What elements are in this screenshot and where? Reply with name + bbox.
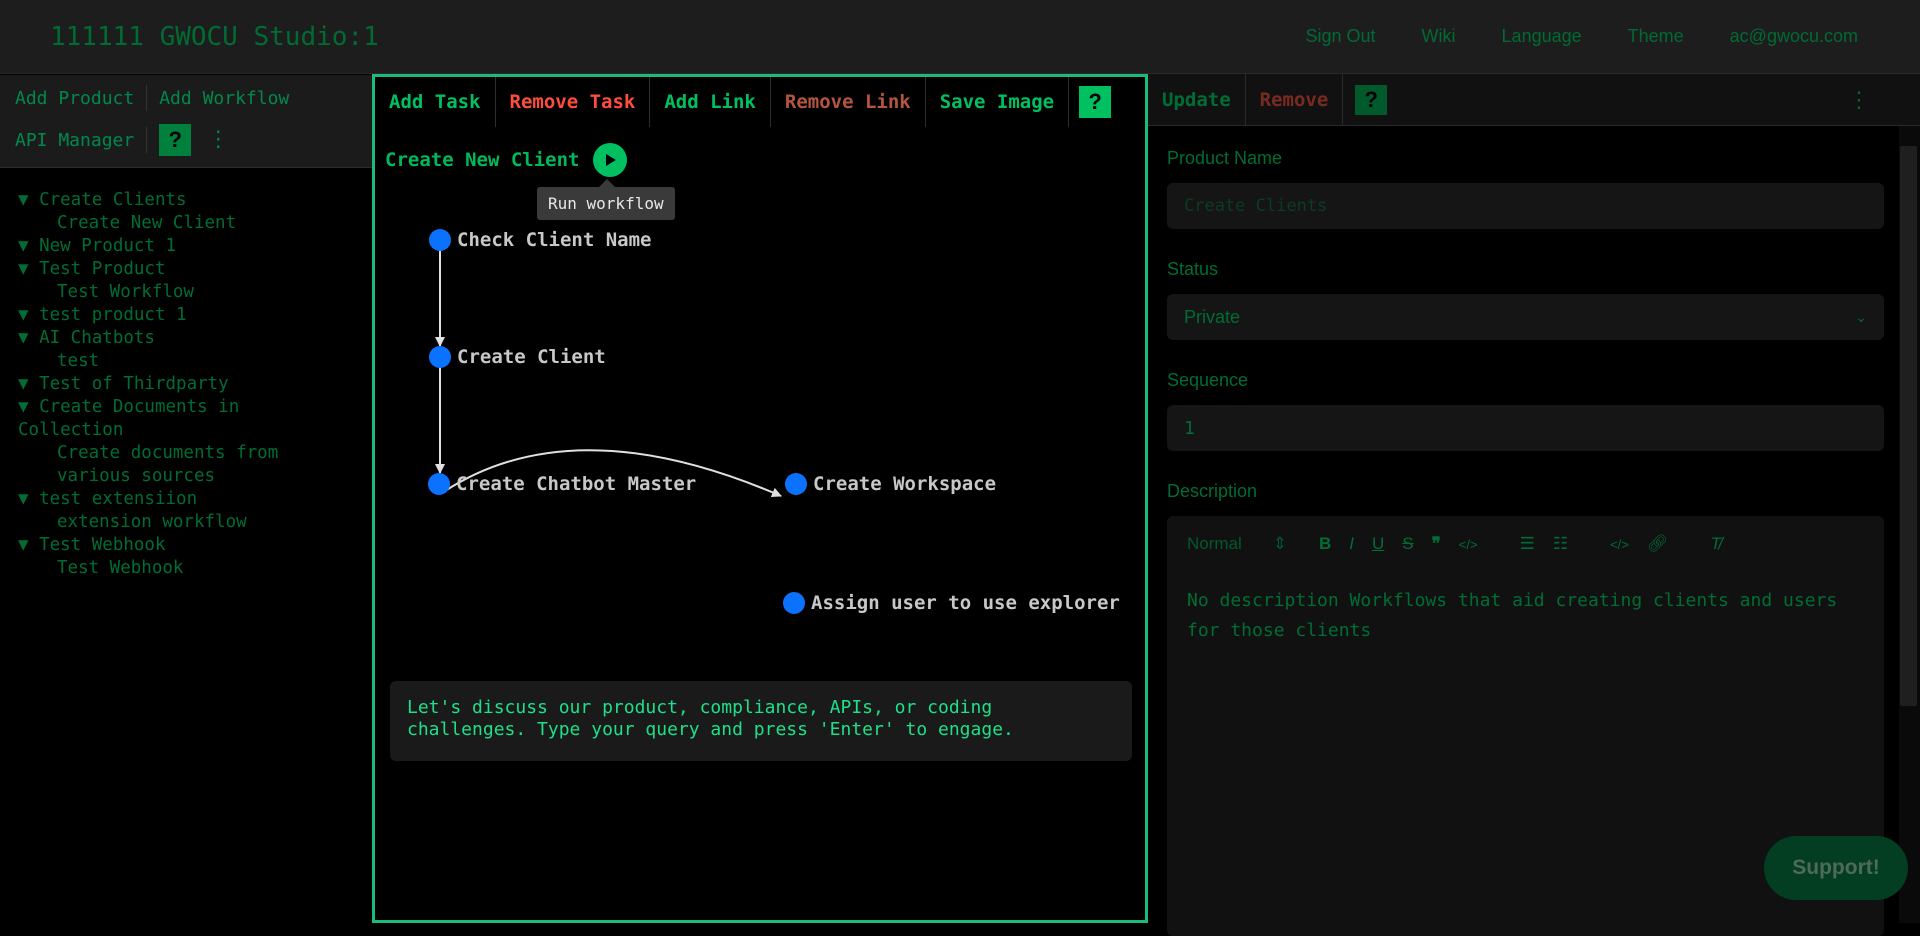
sign-out-link[interactable]: Sign Out [1306, 26, 1376, 47]
top-nav: Sign Out Wiki Language Theme ac@gwocu.co… [1306, 26, 1859, 47]
language-link[interactable]: Language [1502, 26, 1582, 47]
task-node-assign-user[interactable]: Assign user to use explorer [783, 592, 1120, 614]
product-form: Product Name Create Clients Status Priva… [1167, 148, 1884, 936]
more-menu-icon[interactable]: ⋮ [1848, 88, 1870, 113]
task-node-label: Create Client [457, 346, 606, 368]
ordered-list-icon[interactable]: ☰ [1520, 534, 1535, 554]
task-node-create-workspace[interactable]: Create Workspace [785, 473, 996, 495]
code-icon[interactable]: </> [1459, 537, 1478, 552]
update-button[interactable]: Update [1148, 73, 1246, 126]
task-node-label: Check Client Name [457, 229, 652, 251]
remove-button[interactable]: Remove [1246, 73, 1344, 126]
chatbot-prompt[interactable]: Let's discuss our product, compliance, A… [390, 681, 1132, 761]
product-name-input[interactable]: Create Clients [1167, 183, 1884, 229]
underline-icon[interactable]: U [1372, 534, 1384, 554]
product-tree: ▼ Create Clients Create New Client ▼ New P… [18, 189, 308, 580]
help-icon[interactable]: ? [159, 124, 192, 156]
products-panel: Add Product Add Workflow API Manager ? ⋮… [0, 75, 372, 923]
add-product-button[interactable]: Add Product [15, 88, 134, 109]
toolbar-divider [146, 127, 148, 153]
chevron-down-icon: ⌄ [1855, 308, 1867, 325]
bullet-list-icon[interactable]: ☷ [1553, 534, 1568, 554]
details-toolbar: Update Remove ? ⋮ [1148, 73, 1920, 126]
tree-product-item[interactable]: ▼ Create Documents in Collection [18, 396, 308, 442]
sequence-label: Sequence [1167, 370, 1249, 390]
tree-workflow-item[interactable]: Test Webhook [18, 557, 308, 580]
theme-link[interactable]: Theme [1628, 26, 1684, 47]
clear-format-icon[interactable]: T̸ [1710, 534, 1720, 554]
product-name-label: Product Name [1167, 148, 1283, 168]
link-icon[interactable]: 🔗︎ [1647, 534, 1669, 554]
scrollbar-thumb[interactable] [1900, 146, 1917, 706]
wiki-link[interactable]: Wiki [1422, 26, 1456, 47]
product-details-panel: Update Remove ? ⋮ Product Name Create Cl… [1148, 73, 1920, 936]
tree-product-item[interactable]: ▼ Test Webhook [18, 534, 308, 557]
top-bar: 111111 GWOCU Studio:1 Sign Out Wiki Lang… [0, 0, 1920, 74]
app-title: 111111 GWOCU Studio:1 [50, 22, 379, 52]
tree-workflow-item[interactable]: Create documents from various sources [18, 442, 308, 488]
task-node-dot [785, 473, 807, 495]
task-node-dot [783, 592, 805, 614]
description-text[interactable]: No description Workflows that aid creati… [1167, 572, 1884, 660]
tree-product-item[interactable]: ▼ Test of Thirdparty [18, 373, 308, 396]
task-node-label: Create Workspace [813, 473, 997, 495]
tree-workflow-item[interactable]: extension workflow [18, 511, 308, 534]
task-node-create-chatbot-master[interactable]: Create Chatbot Master [428, 473, 696, 495]
sequence-input[interactable]: 1 [1167, 405, 1884, 451]
tree-product-item[interactable]: ▼ test extensiion [18, 488, 308, 511]
task-node-dot [429, 229, 451, 251]
updown-icon: ⇕ [1272, 534, 1287, 553]
editor-toolbar: Normal ⇕ B I U S ❞ </> ☰ ☷ </> 🔗︎ T̸ [1167, 516, 1884, 572]
task-node-create-client[interactable]: Create Client [429, 346, 606, 368]
task-node-dot [429, 346, 451, 368]
tree-workflow-item[interactable]: Test Workflow [18, 281, 308, 304]
text-format-value: Normal [1187, 534, 1242, 553]
status-value: Private [1184, 306, 1241, 327]
user-email-link[interactable]: ac@gwocu.com [1730, 26, 1858, 47]
status-select[interactable]: Private ⌄ [1167, 294, 1884, 340]
tree-workflow-item[interactable]: test [18, 350, 308, 373]
description-label: Description [1167, 481, 1258, 501]
tree-product-item[interactable]: ▼ Create Clients [18, 189, 308, 212]
text-format-select[interactable]: Normal ⇕ [1187, 534, 1287, 554]
tree-product-item[interactable]: ▼ New Product 1 [18, 235, 308, 258]
tree-product-item[interactable]: ▼ Test Product [18, 258, 308, 281]
tree-workflow-item[interactable]: Create New Client [18, 212, 308, 235]
task-node-dot [428, 473, 450, 495]
status-label: Status [1167, 259, 1219, 279]
tree-product-item[interactable]: ▼ AI Chatbots [18, 327, 308, 350]
toolbar-divider [146, 85, 148, 111]
task-node-label: Create Chatbot Master [456, 473, 697, 495]
products-toolbar: Add Product Add Workflow API Manager ? ⋮ [0, 75, 372, 168]
bold-icon[interactable]: B [1319, 534, 1331, 554]
support-button[interactable]: Support! [1764, 836, 1908, 900]
help-icon[interactable]: ? [1355, 84, 1388, 115]
strike-icon[interactable]: S [1402, 534, 1413, 554]
blockquote-icon[interactable]: ❞ [1432, 534, 1441, 554]
tree-product-item[interactable]: ▼ test product 1 [18, 304, 308, 327]
more-menu-icon[interactable]: ⋮ [207, 129, 229, 151]
api-manager-button[interactable]: API Manager [15, 130, 134, 151]
code-block-icon[interactable]: </> [1610, 537, 1629, 552]
task-node-check-client-name[interactable]: Check Client Name [429, 229, 651, 251]
task-node-label: Assign user to use explorer [811, 592, 1120, 614]
workflow-editor: Add Task Remove Task Add Link Remove Lin… [372, 74, 1148, 923]
italic-icon[interactable]: I [1349, 534, 1354, 554]
add-workflow-button[interactable]: Add Workflow [159, 88, 289, 109]
